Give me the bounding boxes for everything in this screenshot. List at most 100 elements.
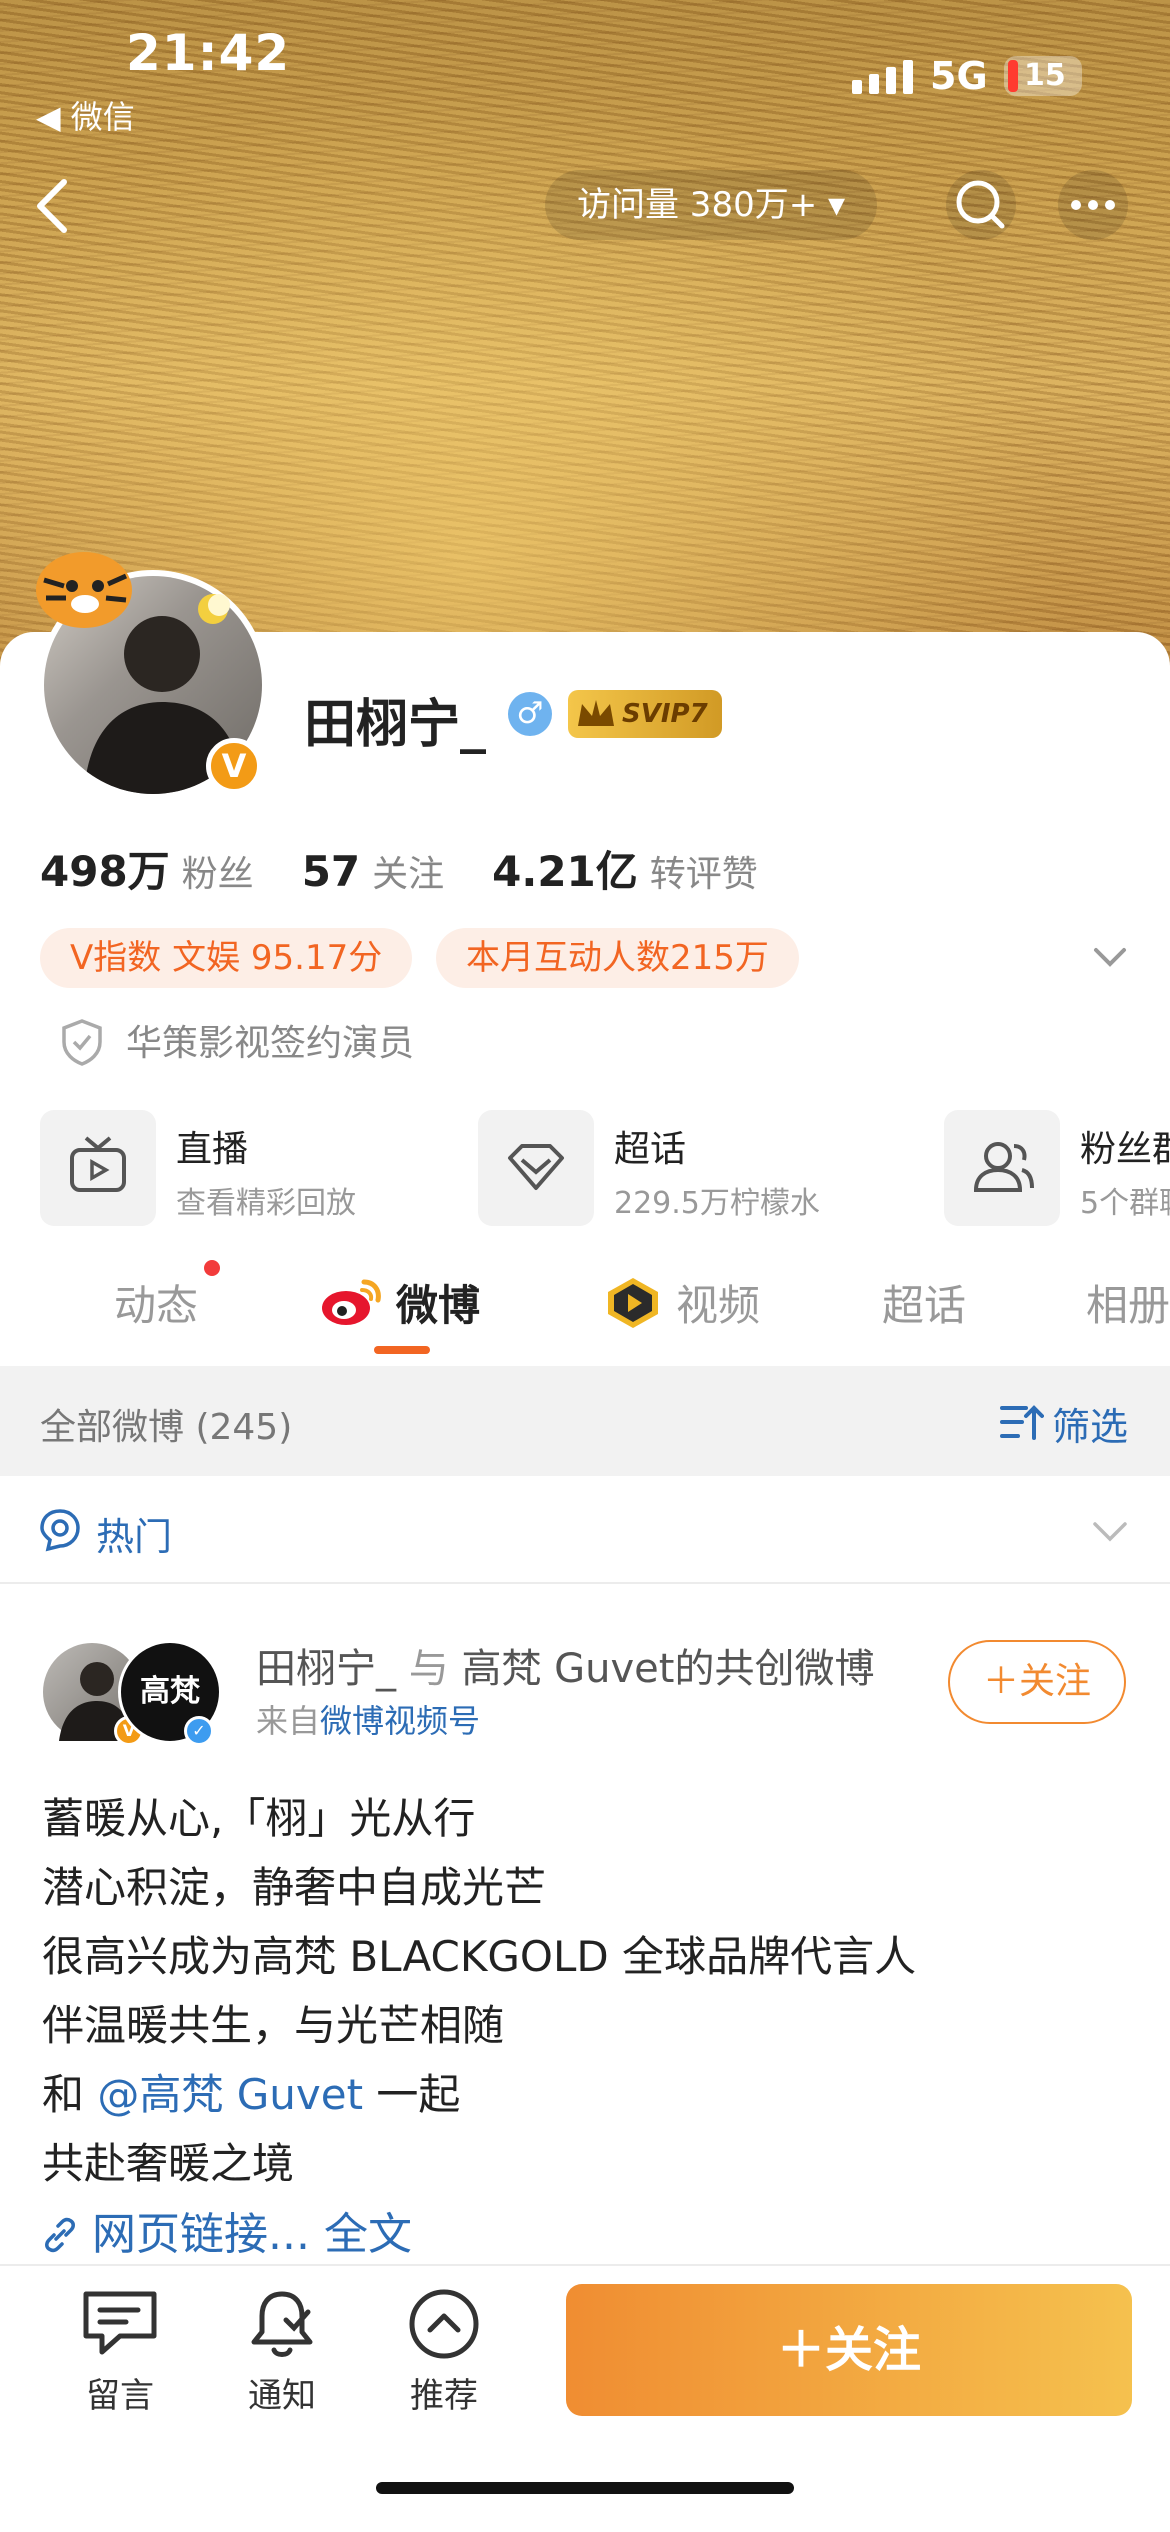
link-icon — [45, 2217, 75, 2253]
followers-label[interactable]: 粉丝 — [182, 845, 254, 897]
line5-pre: 和 — [42, 2070, 98, 2119]
svip-badge[interactable]: SVIP7 — [568, 690, 722, 738]
profile-name: 田栩宁_ — [304, 695, 487, 755]
v-index-chip[interactable]: V指数 文娱 95.17分 — [40, 928, 413, 988]
service-subtitle: 5个群聊 — [1080, 1186, 1170, 1221]
search-button[interactable] — [946, 170, 1016, 240]
followers-count[interactable]: 498万 — [40, 838, 170, 899]
diamond-icon — [508, 1144, 564, 1190]
post-authors: 田栩宁_ 与 高梵 Guvet的共创微博 — [256, 1636, 874, 1694]
post-with: 与 — [408, 1646, 449, 1692]
group-icon — [973, 1142, 1034, 1192]
service-live[interactable]: 直播 查看精彩回放 — [40, 1110, 440, 1226]
follow-button[interactable]: ＋关注 — [566, 2284, 1132, 2416]
certification-text: 华策影视签约演员 — [126, 1023, 415, 1064]
message-button[interactable]: 留言 — [60, 2288, 180, 2417]
bottom-label: 留言 — [86, 2376, 154, 2416]
tiger-sticker-icon — [22, 540, 142, 650]
service-fan-group[interactable]: 粉丝群 5个群聊 — [944, 1110, 1170, 1226]
post-coauthor-name[interactable]: 高梵 Guvet — [461, 1646, 674, 1692]
tab-feed[interactable]: 动态 — [114, 1272, 198, 1333]
tab-supertopic[interactable]: 超话 — [882, 1272, 966, 1333]
back-to-app-link[interactable]: ◀ 微信 — [36, 92, 135, 138]
service-subtitle: 229.5万柠檬水 — [614, 1186, 820, 1221]
hot-sort-row[interactable]: 热门 — [0, 1476, 1170, 1584]
tv-icon — [70, 1136, 126, 1192]
recommend-button[interactable]: 推荐 — [384, 2288, 504, 2417]
weibo-logo-icon — [320, 1276, 382, 1328]
post-line: 伴温暖共生，与光芒相随 — [42, 2001, 505, 2050]
crown-icon — [578, 700, 614, 726]
following-count[interactable]: 57 — [302, 847, 360, 896]
profile-screen: 21:42 ◀ 微信 5G 15 访问量 380万+ ▾ V 田栩宁_ ♂ SV… — [0, 0, 1170, 2532]
filter-icon — [1000, 1405, 1044, 1440]
moon-icon — [196, 592, 230, 626]
bell-icon — [251, 2291, 313, 2357]
svc-icon-box — [478, 1110, 594, 1226]
gender-male-icon: ♂ — [508, 692, 552, 736]
full-text-link[interactable]: 全文 — [324, 2209, 412, 2260]
post-line: 和 @高梵 Guvet 一起 — [42, 2060, 916, 2129]
post-links: 网页链接... 全文 — [42, 2198, 412, 2262]
post-source: 来自微博视频号 — [256, 1696, 480, 1742]
tab-album[interactable]: 相册 — [1086, 1272, 1170, 1333]
battery-icon: 15 — [1004, 56, 1082, 96]
battery-level: 15 — [1024, 58, 1066, 93]
filter-button[interactable]: 筛选 — [1000, 1396, 1128, 1451]
post-line: 潜心积淀，静奢中自成光芒 — [42, 1863, 547, 1912]
post-follow-button[interactable]: ＋关注 — [948, 1640, 1126, 1724]
back-button[interactable] — [30, 176, 80, 236]
tab-weibo[interactable]: 微博 — [396, 1272, 480, 1333]
service-title: 超话 — [614, 1129, 687, 1170]
post-line: 蓄暖从心,「栩」光从行 — [42, 1794, 476, 1843]
svc-icon-box — [40, 1110, 156, 1226]
bottom-bar: 留言 通知 推荐 ＋关注 — [0, 2264, 1170, 2532]
coauthor-verified-badge: ✓ — [184, 1716, 214, 1746]
status-bar: 21:42 ◀ 微信 5G 15 — [0, 0, 1170, 140]
post-source-link[interactable]: 微博视频号 — [320, 1702, 480, 1740]
following-label[interactable]: 关注 — [372, 845, 444, 897]
filter-bar: 全部微博 (245) 筛选 — [0, 1366, 1170, 1476]
hot-label: 热门 — [96, 1515, 173, 1559]
post-cocreate-suffix: 的共创微博 — [674, 1646, 875, 1692]
service-title: 直播 — [176, 1129, 249, 1170]
post-source-prefix: 来自 — [256, 1702, 321, 1740]
notification-button[interactable]: 通知 — [222, 2288, 342, 2417]
line5-post: 一起 — [363, 2070, 461, 2119]
chevron-down-icon[interactable] — [1092, 1520, 1128, 1544]
notification-dot — [204, 1260, 220, 1276]
verified-badge: V — [206, 738, 262, 794]
service-subtitle: 查看精彩回放 — [176, 1186, 356, 1221]
profile-tabs: 动态 微博 视频 超话 相册 — [0, 1250, 1170, 1360]
post-author-name[interactable]: 田栩宁_ — [256, 1646, 396, 1692]
shield-icon — [62, 1019, 102, 1066]
chevron-left-icon — [37, 179, 67, 233]
more-dots-icon — [1071, 200, 1115, 210]
engagement-label: 转评赞 — [649, 854, 758, 895]
profile-stats: 498万 粉丝 57 关注 4.21亿 转评赞 — [40, 838, 806, 899]
web-link[interactable]: 网页链接... — [92, 2209, 310, 2260]
service-title: 粉丝群 — [1080, 1129, 1170, 1170]
status-time: 21:42 — [126, 24, 291, 82]
chevron-down-icon[interactable] — [1092, 944, 1128, 970]
top-navbar: 访问量 380万+ ▾ — [0, 170, 1170, 240]
all-posts-count: 全部微博 (245) — [40, 1407, 293, 1448]
visits-dropdown[interactable]: 访问量 380万+ ▾ — [545, 170, 878, 240]
chevron-up-circle-icon — [409, 2289, 479, 2359]
tab-video[interactable]: 视频 — [676, 1272, 760, 1333]
svc-icon-box — [944, 1110, 1060, 1226]
signal-icon — [852, 60, 913, 94]
bottom-label: 推荐 — [410, 2376, 478, 2416]
home-indicator — [376, 2482, 794, 2494]
search-icon — [956, 180, 1005, 229]
video-logo-icon — [604, 1274, 662, 1332]
mention-link[interactable]: @高梵 Guvet — [97, 2070, 363, 2119]
more-button[interactable] — [1058, 170, 1128, 240]
bottom-label: 通知 — [248, 2376, 316, 2416]
post-line: 共赴奢暖之境 — [42, 2139, 295, 2188]
active-tab-indicator — [374, 1346, 430, 1354]
post-header: V 高梵 ✓ 田栩宁_ 与 高梵 Guvet的共创微博 来自微博视频号 ＋关注 — [0, 1600, 1170, 1760]
monthly-interaction-chip[interactable]: 本月互动人数215万 — [436, 928, 799, 988]
svip-label: SVIP7 — [622, 699, 708, 729]
service-supertopic[interactable]: 超话 229.5万柠檬水 — [478, 1110, 898, 1226]
